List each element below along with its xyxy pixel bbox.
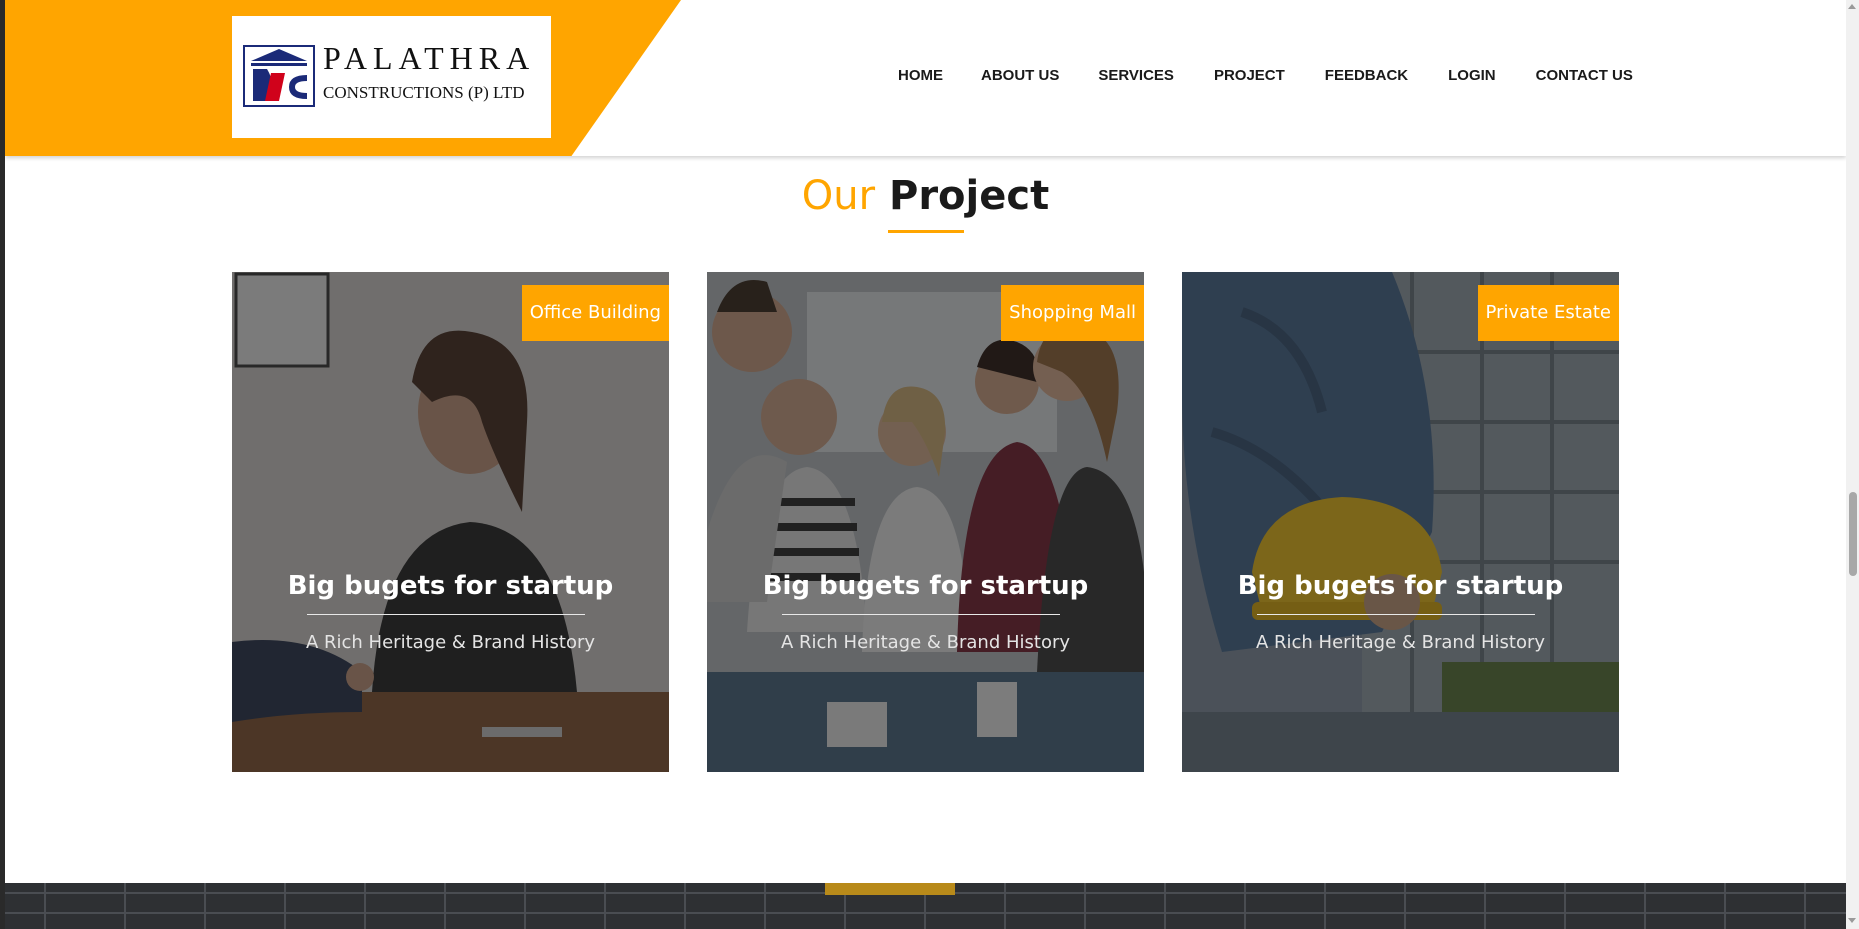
card-category-tag: Office Building <box>521 285 669 341</box>
page: PALATHRA CONSTRUCTIONS (P) LTD HOME ABOU… <box>5 0 1846 929</box>
section-title-prefix: Our <box>801 173 876 219</box>
card-divider <box>1257 614 1535 615</box>
card-subtitle: A Rich Heritage & Brand History <box>305 632 596 653</box>
title-underline <box>888 230 964 233</box>
project-card-private-estate[interactable]: Private Estate Big bugets for startup A … <box>1182 272 1619 772</box>
scroll-up-arrow-icon[interactable] <box>1848 4 1856 9</box>
brand-name: PALATHRA <box>323 40 536 76</box>
nav-item-project[interactable]: PROJECT <box>1214 66 1285 86</box>
section-title: Our Project <box>5 172 1846 220</box>
nav-item-services[interactable]: SERVICES <box>1098 66 1174 86</box>
card-divider <box>307 614 585 615</box>
project-card-shopping-mall[interactable]: Shopping Mall Big bugets for startup A R… <box>707 272 1144 772</box>
card-title: Big bugets for startup <box>287 571 614 601</box>
card-category-tag: Private Estate <box>1477 285 1619 341</box>
logo[interactable]: PALATHRA CONSTRUCTIONS (P) LTD <box>232 16 551 138</box>
nav-item-home[interactable]: HOME <box>898 66 943 86</box>
pdc-monogram-icon <box>243 45 315 107</box>
nav-item-contact-us[interactable]: CONTACT US <box>1536 66 1633 86</box>
main-nav: HOME ABOUT US SERVICES PROJECT FEEDBACK … <box>898 66 1633 86</box>
site-header: PALATHRA CONSTRUCTIONS (P) LTD HOME ABOU… <box>5 0 1846 156</box>
scrollbar-thumb[interactable] <box>1849 492 1857 576</box>
card-overlay <box>232 272 669 772</box>
card-overlay <box>1182 272 1619 772</box>
footer-banner-strip <box>5 883 1846 929</box>
nav-item-about-us[interactable]: ABOUT US <box>981 66 1059 86</box>
section-title-main: Project <box>889 173 1050 219</box>
card-divider <box>782 614 1060 615</box>
scroll-down-arrow-icon[interactable] <box>1848 918 1856 923</box>
nav-item-feedback[interactable]: FEEDBACK <box>1325 66 1408 86</box>
card-title: Big bugets for startup <box>762 571 1089 601</box>
vertical-scrollbar[interactable] <box>1846 0 1859 929</box>
card-subtitle: A Rich Heritage & Brand History <box>1255 632 1546 653</box>
card-overlay <box>707 272 1144 772</box>
nav-item-login[interactable]: LOGIN <box>1448 66 1496 86</box>
card-subtitle: A Rich Heritage & Brand History <box>780 632 1071 653</box>
scaffolding-pattern <box>5 883 1846 929</box>
card-title: Big bugets for startup <box>1237 571 1564 601</box>
card-category-tag: Shopping Mall <box>1001 285 1144 341</box>
brand-subtitle: CONSTRUCTIONS (P) LTD <box>323 83 525 102</box>
project-card-office-building[interactable]: Office Building Big bugets for startup A… <box>232 272 669 772</box>
